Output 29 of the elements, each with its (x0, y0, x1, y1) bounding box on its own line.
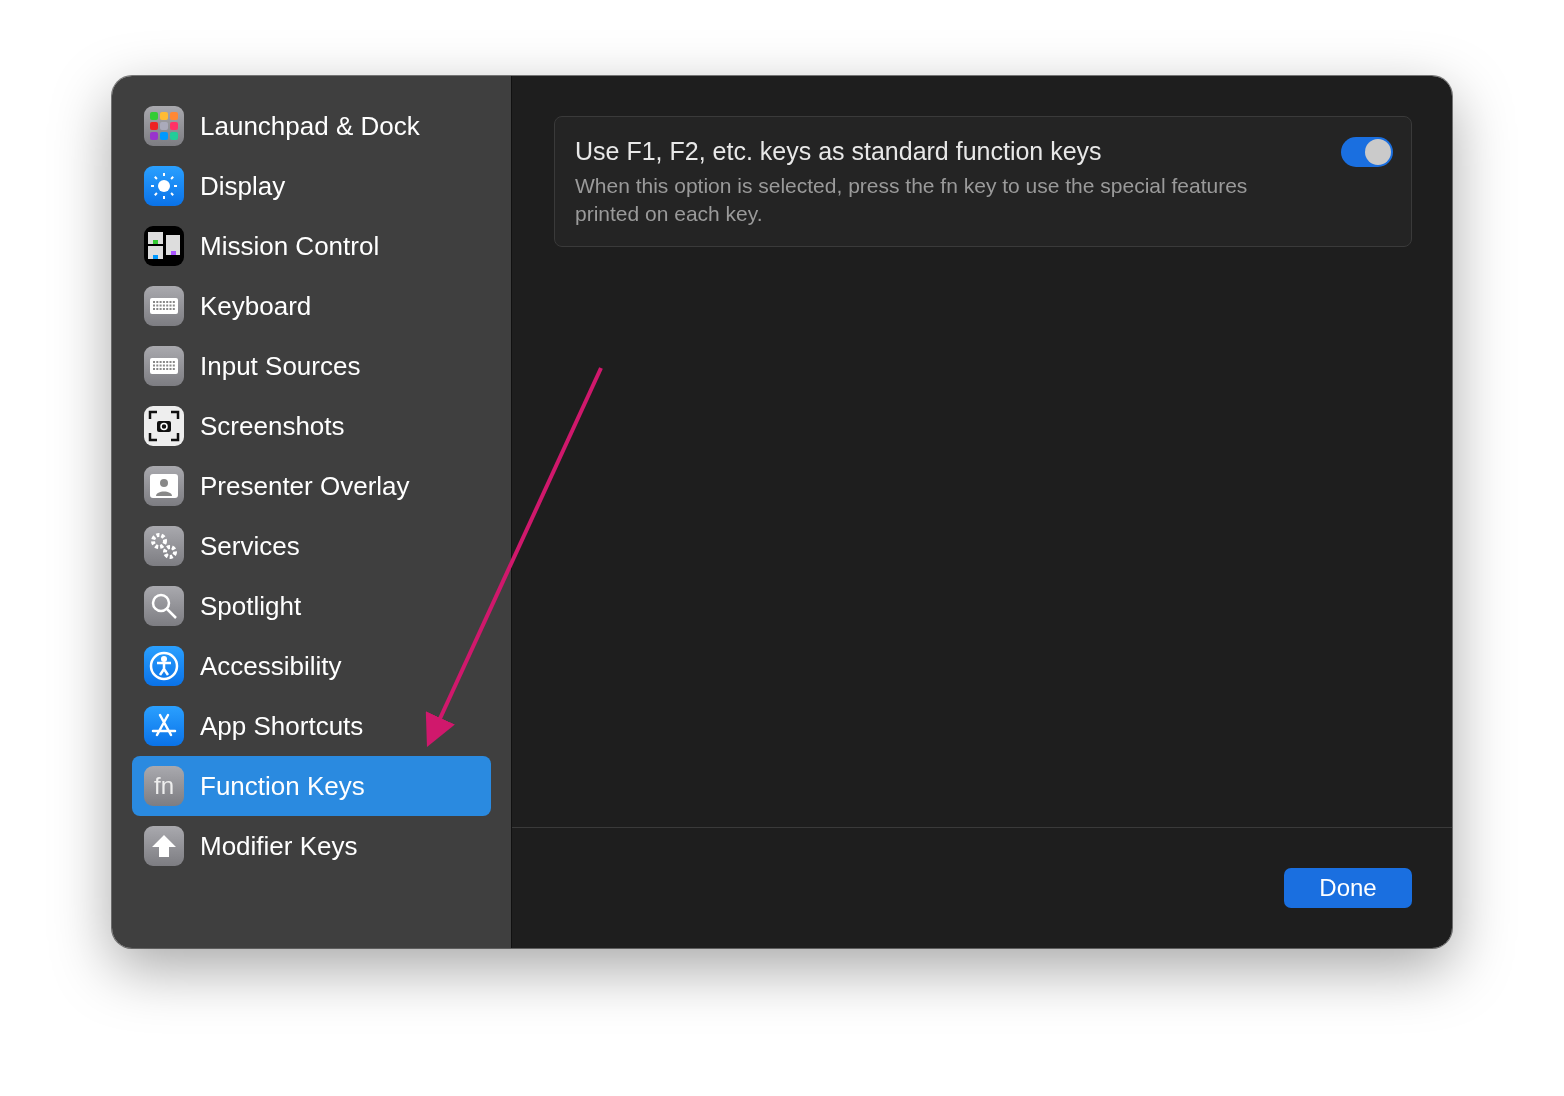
keyboard-icon (144, 346, 184, 386)
sidebar-item[interactable]: App Shortcuts (132, 696, 491, 756)
sidebar-item[interactable]: Modifier Keys (132, 816, 491, 876)
windows-icon (144, 226, 184, 266)
sidebar-item[interactable]: Screenshots (132, 396, 491, 456)
sidebar-item[interactable]: fn Function Keys (132, 756, 491, 816)
accessibility-icon (144, 646, 184, 686)
app-grid-icon (144, 106, 184, 146)
search-icon (144, 586, 184, 626)
sidebar-item[interactable]: Launchpad & Dock (132, 96, 491, 156)
app-store-icon (144, 706, 184, 746)
gears-icon (144, 526, 184, 566)
sidebar-item[interactable]: Services (132, 516, 491, 576)
setting-title: Use F1, F2, etc. keys as standard function keys (575, 137, 1103, 166)
setting-description: When this option is selected, press the fn key to use the special features printed on each key. (575, 173, 1249, 227)
sidebar-item[interactable]: Display (132, 156, 491, 216)
person-icon (144, 466, 184, 506)
sidebar-item[interactable]: Presenter Overlay (132, 456, 491, 516)
done-button[interactable]: Done (1284, 868, 1412, 908)
sidebar-item[interactable]: Spotlight (132, 576, 491, 636)
camera-icon (144, 406, 184, 446)
toggle-switch[interactable] (1341, 137, 1393, 167)
keyboard-icon (144, 286, 184, 326)
sidebar-item[interactable]: Keyboard (132, 276, 491, 336)
sun-icon (144, 166, 184, 206)
sidebar-item[interactable]: Input Sources (132, 336, 491, 396)
fn-key-icon: fn (144, 766, 184, 806)
sidebar-item[interactable]: Accessibility (132, 636, 491, 696)
sidebar-item[interactable]: Mission Control (132, 216, 491, 276)
